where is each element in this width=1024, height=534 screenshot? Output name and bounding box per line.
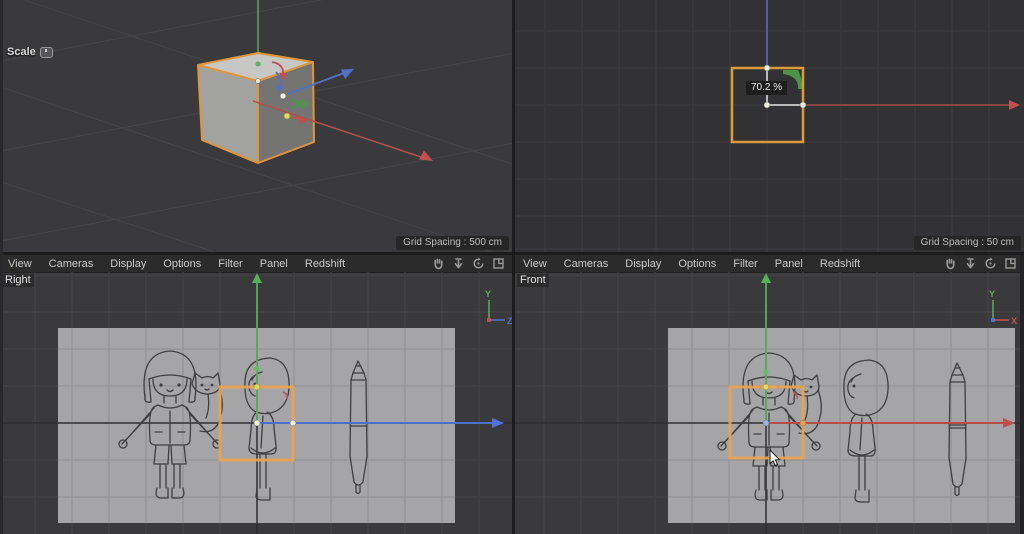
- cube-object[interactable]: [197, 52, 315, 164]
- axis-right-label: X: [1011, 316, 1017, 326]
- perspective-canvas: [0, 0, 512, 252]
- grid-spacing-label: Grid Spacing : 50 cm: [913, 236, 1021, 250]
- x-axis-arrow: [419, 150, 433, 161]
- center-handle[interactable]: [253, 419, 261, 427]
- yellow-handle: [283, 112, 291, 120]
- window-right-edge: [1020, 255, 1024, 534]
- toggle-view-icon[interactable]: [1004, 257, 1017, 270]
- right-view-body[interactable]: Y Z Right: [0, 272, 512, 534]
- axis-indicator: Y Z: [485, 289, 512, 326]
- axis-up-label: Y: [989, 289, 995, 299]
- orbit-icon[interactable]: [984, 257, 997, 270]
- ortho-grid: [515, 0, 1024, 252]
- center-handle[interactable]: [762, 419, 770, 427]
- menu-item-view[interactable]: View: [523, 258, 547, 270]
- right-handle[interactable]: [799, 101, 807, 109]
- dolly-arrow-icon[interactable]: [964, 257, 977, 270]
- front-view-canvas: Y X: [515, 272, 1024, 534]
- vertex-handle: [255, 78, 261, 84]
- front-view-body[interactable]: Y X Front: [515, 272, 1024, 534]
- axis-indicator: Y X: [989, 289, 1017, 326]
- axis-up-label: Y: [485, 289, 491, 299]
- x-axis-arrow: [1009, 100, 1020, 110]
- center-handle[interactable]: [763, 101, 771, 109]
- menu-item-redshift[interactable]: Redshift: [820, 258, 860, 270]
- active-tool-label: Scale: [7, 46, 36, 58]
- mouse-drag-icon: [39, 46, 53, 58]
- vertical-divider[interactable]: [512, 0, 515, 534]
- right-handle[interactable]: [289, 419, 297, 427]
- center-handle: [279, 92, 287, 100]
- viewport-menubar: View Cameras Display Options Filter Panel Reds…: [515, 255, 1024, 273]
- menu-item-view[interactable]: View: [8, 258, 32, 270]
- viewport-top[interactable]: 70.2 % Grid Spacing : 50 cm: [515, 0, 1024, 252]
- menu-item-panel[interactable]: Panel: [775, 258, 803, 270]
- viewport-menu: View Cameras Display Options Filter Panel Reds…: [515, 258, 944, 270]
- menu-item-options[interactable]: Options: [163, 258, 201, 270]
- menu-item-cameras[interactable]: Cameras: [49, 258, 94, 270]
- viewport-name-label: Right: [2, 274, 34, 287]
- right-view-canvas: Y Z: [0, 272, 512, 534]
- viewport-perspective[interactable]: Scale Grid Spacing : 500 cm: [0, 0, 512, 252]
- viewport-nav-icons: [432, 257, 512, 270]
- grid-spacing-label: Grid Spacing : 500 cm: [396, 236, 509, 250]
- menu-item-display[interactable]: Display: [625, 258, 661, 270]
- menu-item-display[interactable]: Display: [110, 258, 146, 270]
- yellow-handle[interactable]: [762, 383, 770, 391]
- scale-readout: 70.2 %: [746, 81, 788, 95]
- viewport-menu: View Cameras Display Options Filter Panel Reds…: [0, 258, 432, 270]
- viewport-nav-icons: [944, 257, 1024, 270]
- menu-item-filter[interactable]: Filter: [733, 258, 757, 270]
- dolly-arrow-icon[interactable]: [452, 257, 465, 270]
- active-tool-hint: Scale: [7, 46, 53, 58]
- viewport-right[interactable]: View Cameras Display Options Filter Panel Reds…: [0, 255, 512, 534]
- viewport-front[interactable]: View Cameras Display Options Filter Panel Reds…: [515, 255, 1024, 534]
- window-left-edge: [0, 0, 3, 534]
- right-handle[interactable]: [799, 419, 807, 427]
- pan-hand-icon[interactable]: [944, 257, 957, 270]
- z-axis-arrow: [492, 418, 504, 428]
- c4d-quad-viewport: Scale Grid Spacing : 500 cm 70.2 % Grid …: [0, 0, 1024, 534]
- green-handle: [255, 61, 261, 67]
- menu-item-redshift[interactable]: Redshift: [305, 258, 345, 270]
- toggle-view-icon[interactable]: [492, 257, 505, 270]
- top-handle[interactable]: [763, 64, 771, 72]
- green-handle[interactable]: [254, 366, 260, 372]
- green-handle[interactable]: [763, 369, 769, 375]
- menu-item-panel[interactable]: Panel: [260, 258, 288, 270]
- menu-item-options[interactable]: Options: [678, 258, 716, 270]
- top-canvas: [515, 0, 1024, 252]
- yellow-handle[interactable]: [253, 383, 261, 391]
- viewport-menubar: View Cameras Display Options Filter Panel Reds…: [0, 255, 512, 273]
- menu-item-cameras[interactable]: Cameras: [564, 258, 609, 270]
- viewport-name-label: Front: [517, 274, 549, 287]
- orbit-icon[interactable]: [472, 257, 485, 270]
- menu-item-filter[interactable]: Filter: [218, 258, 242, 270]
- pan-hand-icon[interactable]: [432, 257, 445, 270]
- z-axis-arrow: [341, 69, 354, 79]
